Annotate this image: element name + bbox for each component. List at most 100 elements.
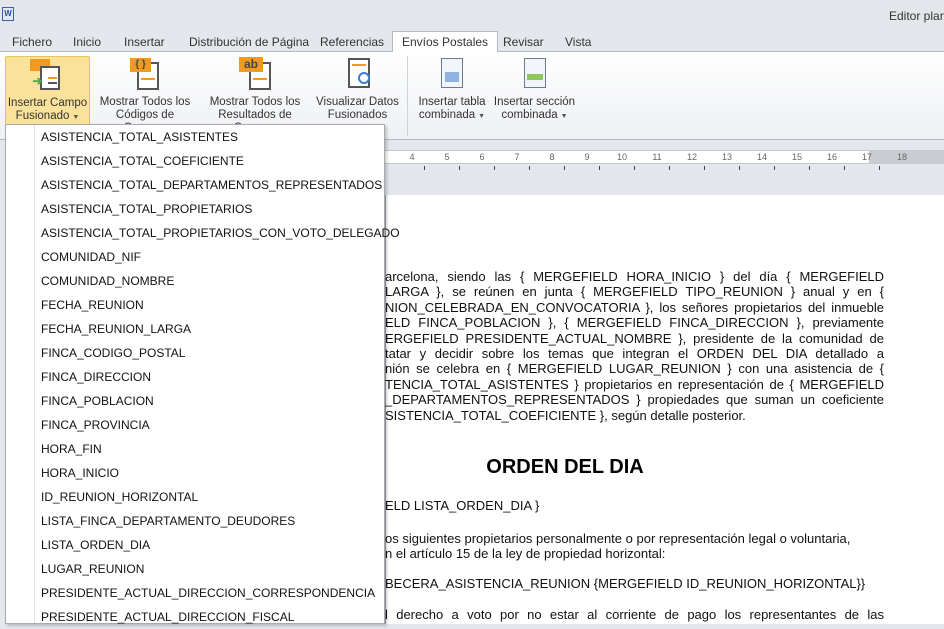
ruler-tick — [599, 166, 600, 170]
merge-field-dropdown: ASISTENCIA_TOTAL_ASISTENTES ASISTENCIA_TO… — [5, 124, 400, 624]
tab-referencias[interactable]: Referencias — [320, 33, 384, 52]
ruler-tick — [564, 166, 565, 170]
insert-merged-section-button[interactable]: Insertar sección combinada ▼ — [492, 56, 577, 123]
tab-inicio[interactable]: Inicio — [73, 33, 101, 52]
ruler-number: 13 — [721, 152, 733, 162]
tab-vista[interactable]: Vista — [565, 33, 591, 52]
merge-field-menu-item[interactable]: ID_REUNION_HORIZONTAL — [41, 485, 198, 509]
document-text-line: tatar y decidir sobre los temas que inte… — [385, 346, 884, 361]
ruler-tick — [704, 166, 705, 170]
preview-merged-data-button[interactable]: Visualizar Datos Fusionados — [315, 56, 400, 122]
section-icon — [517, 56, 553, 92]
merge-field-menu-item[interactable]: HORA_FIN — [41, 437, 102, 461]
merge-field-menu-item[interactable]: HORA_INICIO — [41, 461, 119, 485]
insert-field-label-line2: Fusionado — [15, 110, 70, 122]
document-text-line: NION_CELEBRADA_EN_CONVOCATORIA }, los se… — [385, 299, 884, 315]
tab-envios-postales[interactable]: Envíos Postales — [392, 31, 499, 53]
horizontal-ruler[interactable]: 4 5 6 7 8 9 10 11 12 13 14 15 16 17 18 — [380, 150, 944, 164]
document-text-line: arcelona, siendo las { MERGEFIELD HORA_I… — [385, 269, 884, 284]
ruler-tick — [494, 166, 495, 170]
tab-fichero[interactable]: Fichero — [12, 33, 52, 52]
ruler-number: 14 — [756, 152, 768, 162]
preview-label-2: Fusionados — [327, 109, 388, 121]
ruler-number: 17 — [861, 152, 873, 162]
insert-section-label-2: combinada ▼ — [492, 109, 577, 123]
ruler-tick — [424, 166, 425, 170]
merge-field-menu-item[interactable]: FECHA_REUNION — [41, 293, 144, 317]
ruler-tick — [669, 166, 670, 170]
dropdown-caret-icon: ▼ — [72, 114, 80, 121]
dropdown-caret-icon: ▼ — [478, 113, 486, 120]
document-text-line: ELD FINCA_POBLACION }, { MERGEFIELD FINC… — [385, 315, 884, 331]
ab-glyph: ab — [239, 57, 263, 72]
ruler-tick — [809, 166, 810, 170]
insert-table-label-line2: combinada — [418, 109, 476, 121]
window-title: Editor plant — [889, 9, 944, 23]
field-codes-icon: { } — [127, 56, 163, 92]
ruler-tick — [739, 166, 740, 170]
ruler-number: 4 — [409, 152, 415, 162]
merge-field-menu-item[interactable]: LISTA_FINCA_DEPARTAMENTO_DEUDORES — [41, 509, 295, 533]
ruler-number: 6 — [479, 152, 485, 162]
merge-field-menu-item[interactable]: FINCA_POBLACION — [41, 389, 154, 413]
merge-field-menu-item[interactable]: FECHA_REUNION_LARGA — [41, 317, 191, 341]
menu-gutter — [34, 125, 35, 623]
ruler-number: 8 — [549, 152, 555, 162]
ruler-tick — [529, 166, 530, 170]
merge-field-menu-item[interactable]: FINCA_CODIGO_POSTAL — [41, 341, 185, 365]
merge-field-menu-item[interactable]: FINCA_DIRECCION — [41, 365, 151, 389]
ruler-number: 11 — [652, 152, 662, 162]
word-app-icon[interactable]: W — [2, 7, 14, 21]
merge-field-menu-item[interactable]: FINCA_PROVINCIA — [41, 413, 150, 437]
show-results-label: Mostrar Todos los — [209, 96, 301, 108]
ruler-number: 16 — [826, 152, 838, 162]
document-text-line: BECERA_ASISTENCIA_REUNION {MERGEFIELD ID… — [385, 576, 866, 591]
ruler-number: 10 — [616, 152, 628, 162]
merge-field-menu-item[interactable]: LUGAR_REUNION — [41, 557, 144, 581]
merge-field-menu-item[interactable]: PRESIDENTE_ACTUAL_DIRECCION_CORRESPONDEN… — [41, 581, 375, 605]
merge-field-menu-item[interactable]: COMUNIDAD_NOMBRE — [41, 269, 174, 293]
merge-field-menu-item[interactable]: ASISTENCIA_TOTAL_PROPIETARIOS — [41, 197, 252, 221]
ruler-number: 15 — [791, 152, 803, 162]
insert-table-label-2: combinada ▼ — [412, 109, 492, 123]
document-text-line: LARGA }, se reúnen en junta { MERGEFIELD… — [385, 284, 884, 300]
merge-field-menu-item[interactable]: ASISTENCIA_TOTAL_ASISTENTES — [41, 125, 238, 149]
tab-distribucion[interactable]: Distribución de Página — [189, 33, 309, 52]
insert-table-label: Insertar tabla — [418, 96, 486, 108]
insert-merge-field-button[interactable]: ➔ Insertar Campo Fusionado ▼ — [5, 56, 90, 126]
merge-field-menu-item[interactable]: ASISTENCIA_TOTAL_PROPIETARIOS_CON_VOTO_D… — [41, 221, 400, 245]
show-codes-label: Mostrar Todos los — [99, 96, 191, 108]
ruler-tick — [844, 166, 845, 170]
field-results-icon: ab — [237, 56, 273, 92]
title-bar: W Editor plant — [0, 0, 944, 30]
document-text-line: SISTENCIA_TOTAL_COEFICIENTE }, según det… — [385, 407, 746, 423]
tab-insertar[interactable]: Insertar — [124, 33, 165, 52]
document-text-line: _DEPARTAMENTOS_REPRESENTADOS } propiedad… — [385, 392, 884, 408]
insert-field-label: Insertar Campo — [7, 97, 88, 109]
merge-field-menu-item[interactable]: COMUNIDAD_NIF — [41, 245, 141, 269]
ruler-tick — [774, 166, 775, 170]
document-text-line: nión se celebra en { MERGEFIELD LUGAR_RE… — [385, 361, 884, 377]
preview-magnifier-icon — [340, 56, 376, 92]
braces-glyph: { } — [130, 58, 151, 72]
merge-field-menu-item[interactable]: ASISTENCIA_TOTAL_DEPARTAMENTOS_REPRESENT… — [41, 173, 382, 197]
document-text-line: TENCIA_TOTAL_ASISTENTES } propietarios e… — [385, 376, 884, 392]
preview-label: Visualizar Datos — [316, 96, 399, 108]
ruler-tick — [879, 166, 880, 170]
insert-field-label-2: Fusionado ▼ — [6, 110, 89, 124]
insert-merged-table-button[interactable]: Insertar tabla combinada ▼ — [412, 56, 492, 123]
ruler-number: 12 — [686, 152, 698, 162]
insert-section-label: Insertar sección — [493, 96, 576, 108]
merge-field-menu-item[interactable]: LISTA_ORDEN_DIA — [41, 533, 150, 557]
tab-revisar[interactable]: Revisar — [503, 33, 544, 52]
document-text-line: n el artículo 15 de la ley de propiedad … — [385, 546, 666, 561]
ribbon-tabs: Fichero Inicio Insertar Distribución de … — [0, 30, 944, 53]
ruler-number: 9 — [584, 152, 590, 162]
document-heading: ORDEN DEL DIA — [486, 456, 644, 478]
table-icon — [434, 56, 470, 92]
insert-section-label-line2: combinada — [501, 109, 558, 121]
ruler-tick — [459, 166, 460, 170]
merge-field-menu-item[interactable]: PRESIDENTE_ACTUAL_DIRECCION_FISCAL — [41, 605, 294, 629]
document-text-line: ERGEFIELD PRESIDENTE_ACTUAL_NOMBRE }, pr… — [385, 330, 884, 346]
merge-field-menu-item[interactable]: ASISTENCIA_TOTAL_COEFICIENTE — [41, 149, 244, 173]
